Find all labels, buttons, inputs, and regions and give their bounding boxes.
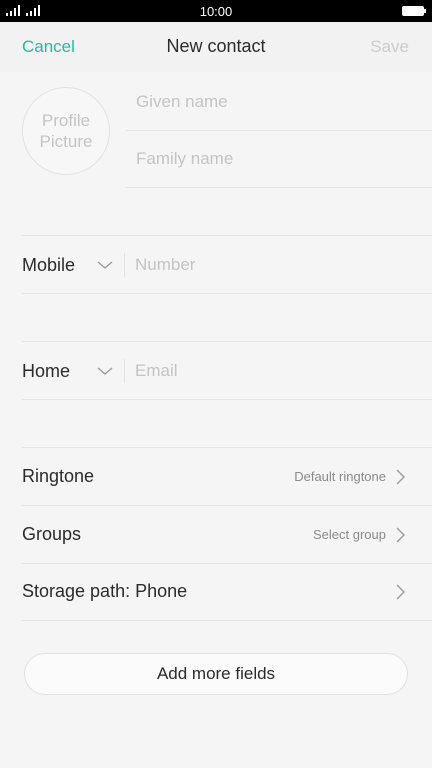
status-time: 10:00 [199, 3, 233, 19]
app-header: Cancel New contact Save [0, 22, 432, 72]
chevron-right-icon [396, 527, 405, 542]
email-input[interactable]: Email [135, 361, 178, 381]
add-more-fields-button[interactable]: Add more fields [24, 653, 408, 695]
storage-path-row[interactable]: Storage path: Phone [22, 563, 432, 621]
battery-icon [402, 6, 426, 16]
phone-row: Mobile Number [22, 236, 432, 294]
chevron-right-icon [396, 584, 405, 599]
given-name-field[interactable]: Given name [126, 73, 432, 131]
divider [22, 293, 432, 294]
email-type-label[interactable]: Home [22, 361, 94, 382]
add-more-fields-label: Add more fields [156, 664, 276, 683]
storage-path-label: Storage path: Phone [22, 581, 188, 601]
ringtone-label: Ringtone [22, 466, 95, 486]
signal-icon [6, 5, 40, 16]
chevron-right-icon [396, 469, 405, 484]
profile-picture-label-line1: Profile [41, 111, 91, 130]
field-separator [124, 253, 125, 277]
email-row: Home Email [22, 342, 432, 400]
ringtone-row[interactable]: Ringtone Default ringtone [22, 448, 432, 506]
family-name-placeholder: Family name [136, 148, 234, 168]
profile-picture-button[interactable]: Profile Picture [22, 87, 110, 175]
chevron-down-icon[interactable] [96, 362, 114, 380]
phone-type-label[interactable]: Mobile [22, 255, 94, 276]
groups-label: Groups [22, 524, 82, 544]
profile-picture-label-line2: Picture [39, 132, 93, 151]
save-button[interactable]: Save [370, 37, 409, 57]
given-name-placeholder: Given name [136, 91, 228, 111]
groups-value: Select group [313, 527, 386, 542]
chevron-down-icon[interactable] [96, 256, 114, 274]
groups-row[interactable]: Groups Select group [22, 506, 432, 564]
status-bar: 10:00 [0, 0, 432, 22]
field-separator [124, 359, 125, 383]
page-title: New contact [166, 36, 266, 56]
family-name-field[interactable]: Family name [126, 130, 432, 188]
ringtone-value: Default ringtone [294, 469, 386, 484]
divider [22, 399, 432, 400]
phone-number-input[interactable]: Number [135, 255, 195, 275]
